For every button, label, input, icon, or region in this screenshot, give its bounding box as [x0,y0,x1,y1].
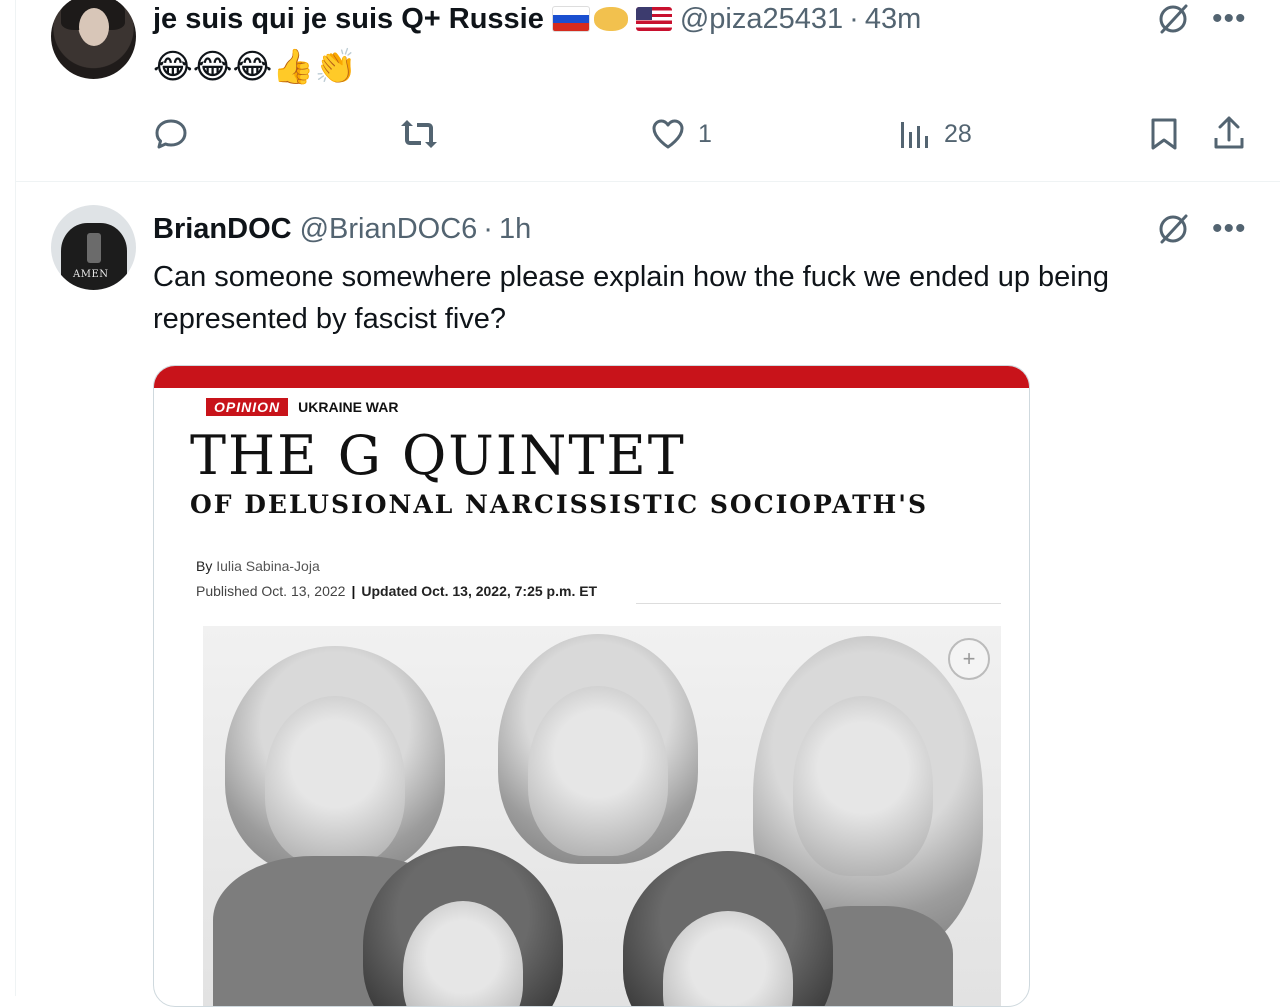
separator: · [483,212,493,245]
tweet-text: Can someone somewhere please explain how… [153,261,1110,335]
person-figure [528,686,668,856]
separator: · [849,2,859,35]
bookmark-icon [1151,118,1177,150]
reply-button[interactable] [153,116,189,152]
opinion-tag: OPINION [206,398,289,416]
article-dates: Published Oct. 13, 2022 | Updated Oct. 13,… [196,583,597,599]
more-icon[interactable]: ••• [1212,214,1247,244]
tweet-header: je suis qui je suis Q+ Russie @piza25431… [153,0,921,38]
grok-icon[interactable] [1156,2,1190,36]
display-name[interactable]: je suis qui je suis Q+ Russie [153,3,544,36]
avatar[interactable]: AMEN [51,205,136,290]
like-icon [652,119,684,149]
grok-icon[interactable] [1156,212,1190,246]
zoom-icon[interactable]: + [948,638,990,680]
handshake-icon [593,7,628,31]
timestamp[interactable]: 43m [865,3,921,36]
tweet-divider [15,181,1280,182]
article-byline: By Iulia Sabina-Joja [196,558,320,574]
like-button[interactable]: 1 [650,116,712,152]
timeline-left-border [15,0,16,996]
tweet-media[interactable]: OPINION UKRAINE WAR THE G QUINTET OF DEL… [153,365,1030,1007]
display-name[interactable]: BrianDOC [153,213,292,246]
share-icon [1214,116,1244,149]
article-red-bar [154,366,1029,388]
updated-date: Updated Oct. 13, 2022, 7:25 p.m. ET [361,583,598,599]
reply-icon [155,119,187,149]
more-icon[interactable]: ••• [1212,4,1247,34]
tweet-header: BrianDOC @BrianDOC6 · 1h [153,210,531,248]
person-figure [793,696,933,876]
retweet-button[interactable] [399,116,439,152]
published-date: Published Oct. 13, 2022 [196,583,346,599]
timestamp[interactable]: 1h [499,213,531,246]
like-count: 1 [698,119,712,148]
section-tag: UKRAINE WAR [298,399,399,415]
article-author: Iulia Sabina-Joja [216,558,320,574]
share-button[interactable] [1212,114,1246,152]
avatar[interactable] [51,0,136,79]
user-handle[interactable]: @piza25431 [680,3,843,36]
article-photo: + [203,626,1001,1006]
view-count: 28 [944,119,972,148]
russia-flag-icon [551,6,590,32]
tweet-text: 😂😂😂👍👏 [153,48,357,86]
views-icon [901,122,928,148]
avatar-text: AMEN [73,269,109,280]
article-tags: OPINION UKRAINE WAR [206,398,398,416]
retweet-icon [401,120,437,148]
article-subhead: OF DELUSIONAL NARCISSISTIC SOCIOPATH'S [190,490,928,519]
user-handle[interactable]: @BrianDOC6 [300,213,478,246]
article-headline: THE G QUINTET [190,424,686,487]
date-separator: | [351,583,356,599]
views-button[interactable]: 28 [898,116,972,152]
person-figure [265,696,405,866]
bookmark-button[interactable] [1148,116,1180,152]
byline-prefix: By [196,558,213,574]
divider [636,603,1001,604]
us-flag-icon [635,7,672,31]
